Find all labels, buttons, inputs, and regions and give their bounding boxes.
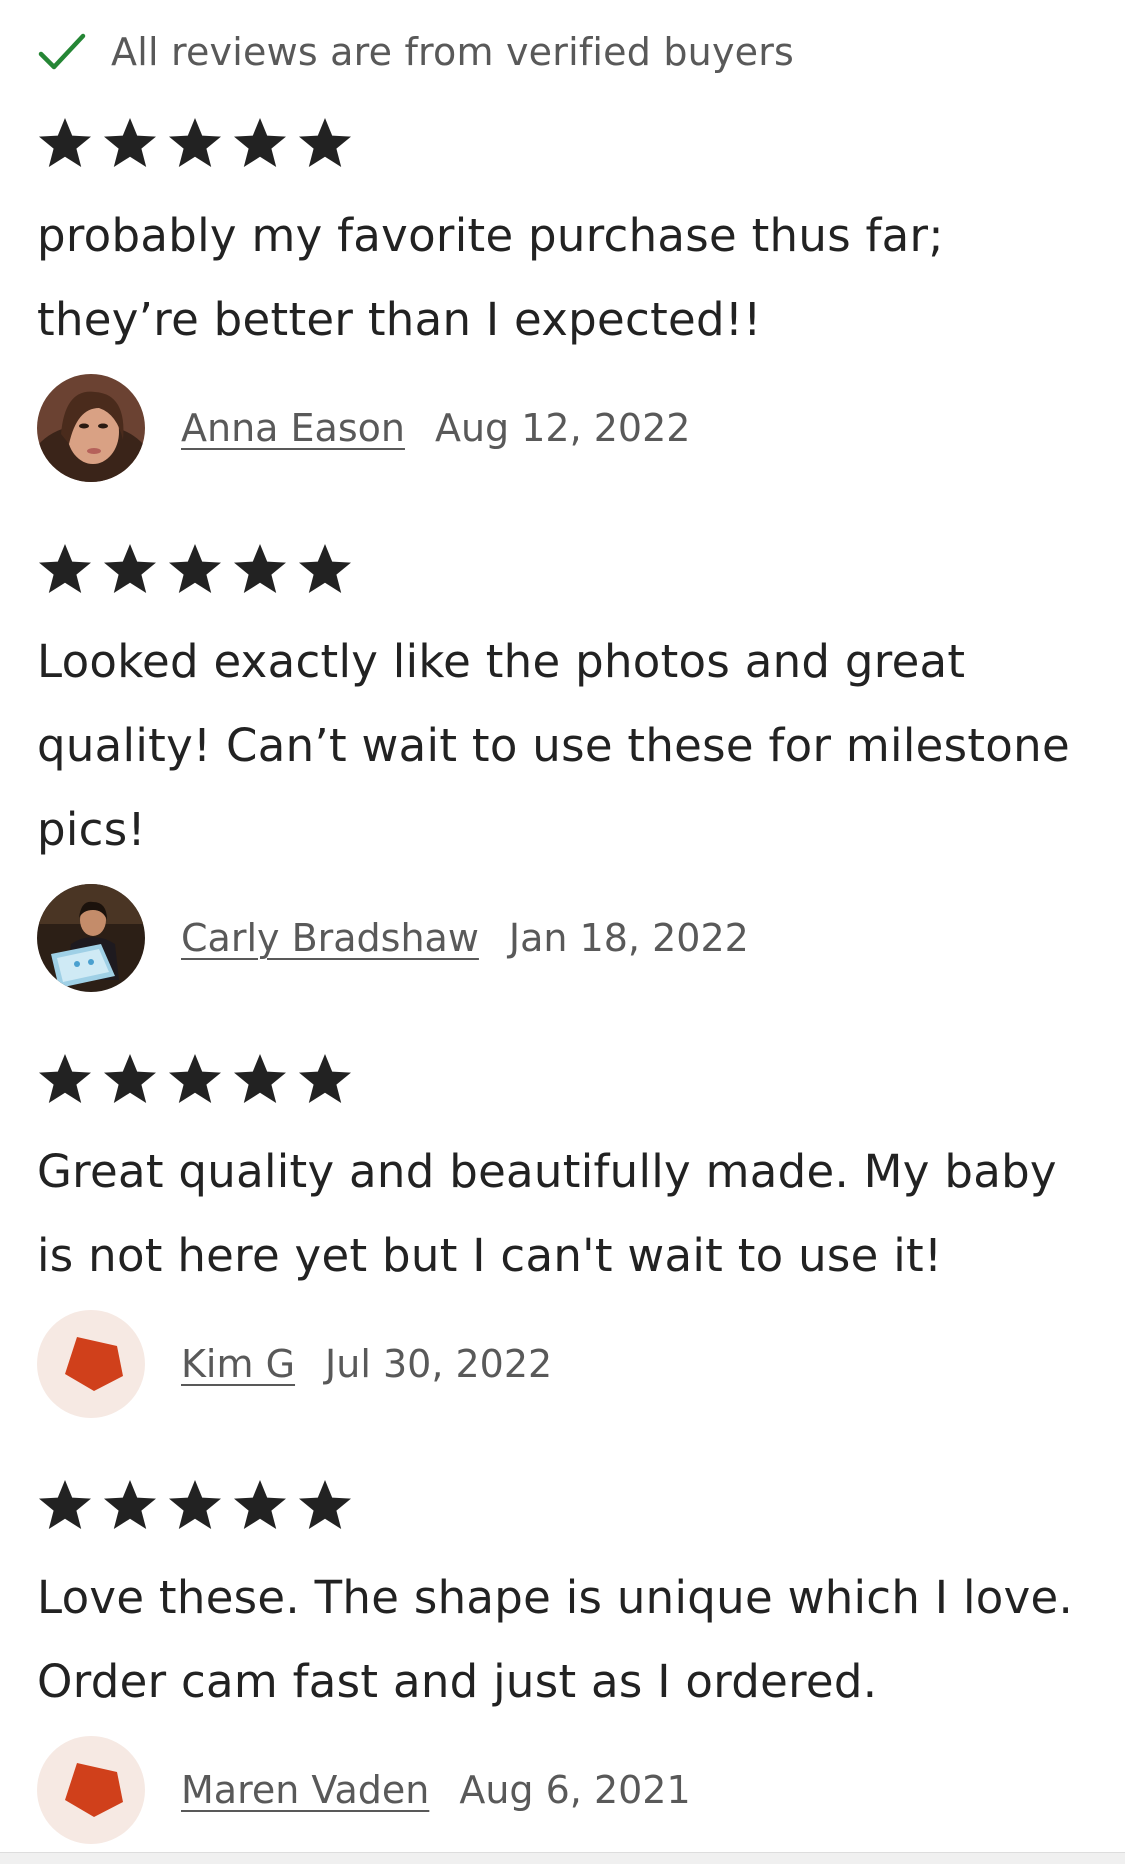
reviewer-name-link[interactable]: Maren Vaden [181,1768,429,1812]
review-text: Love these. The shape is unique which I … [37,1571,1074,1708]
star-icon [102,542,158,598]
star-icon [297,116,353,172]
reviewer-name-link[interactable]: Anna Eason [181,406,405,450]
star-icon [232,542,288,598]
star-icon [102,1478,158,1534]
verified-buyers-banner: All reviews are from verified buyers [37,26,794,78]
star-icon [232,1478,288,1534]
check-icon [38,33,86,70]
star-icon [102,116,158,172]
review-date: Jan 18, 2022 [508,916,749,960]
review-text: Great quality and beautifully made. My b… [37,1145,1057,1282]
review-item: Love these. The shape is unique which I … [37,1478,1097,1844]
review-item: probably my favorite purchase thus far; … [37,116,1097,482]
star-icon [167,116,223,172]
star-icon [167,1052,223,1108]
review-item: Looked exactly like the photos and great… [37,542,1097,992]
star-icon [232,1052,288,1108]
star-icon [37,1052,93,1108]
star-rating [37,1052,1097,1108]
bottom-divider [0,1852,1125,1864]
reviewer-name-link[interactable]: Carly Bradshaw [181,916,479,960]
star-icon [37,1478,93,1534]
star-rating [37,1478,1097,1534]
avatar[interactable] [37,884,145,992]
star-icon [167,1478,223,1534]
default-avatar-icon[interactable] [37,1310,145,1418]
review-meta: Kim G Jul 30, 2022 [37,1310,1097,1418]
default-avatar-icon[interactable] [37,1736,145,1844]
review-meta: Anna Eason Aug 12, 2022 [37,374,1097,482]
star-icon [102,1052,158,1108]
star-icon [297,1478,353,1534]
review-date: Aug 6, 2021 [459,1768,691,1812]
star-rating [37,116,1097,172]
avatar[interactable] [37,374,145,482]
star-icon [167,542,223,598]
star-icon [232,116,288,172]
star-icon [37,542,93,598]
review-date: Jul 30, 2022 [325,1342,553,1386]
review-item: Great quality and beautifully made. My b… [37,1052,1097,1418]
star-icon [297,1052,353,1108]
reviewer-name-link[interactable]: Kim G [181,1342,295,1386]
review-meta: Maren Vaden Aug 6, 2021 [37,1736,1097,1844]
star-rating [37,542,1097,598]
review-text: probably my favorite purchase thus far; … [37,209,944,346]
verified-buyers-text: All reviews are from verified buyers [111,30,795,74]
review-date: Aug 12, 2022 [434,406,691,450]
star-icon [297,542,353,598]
review-text: Looked exactly like the photos and great… [37,635,1070,856]
review-meta: Carly Bradshaw Jan 18, 2022 [37,884,1097,992]
star-icon [37,116,93,172]
